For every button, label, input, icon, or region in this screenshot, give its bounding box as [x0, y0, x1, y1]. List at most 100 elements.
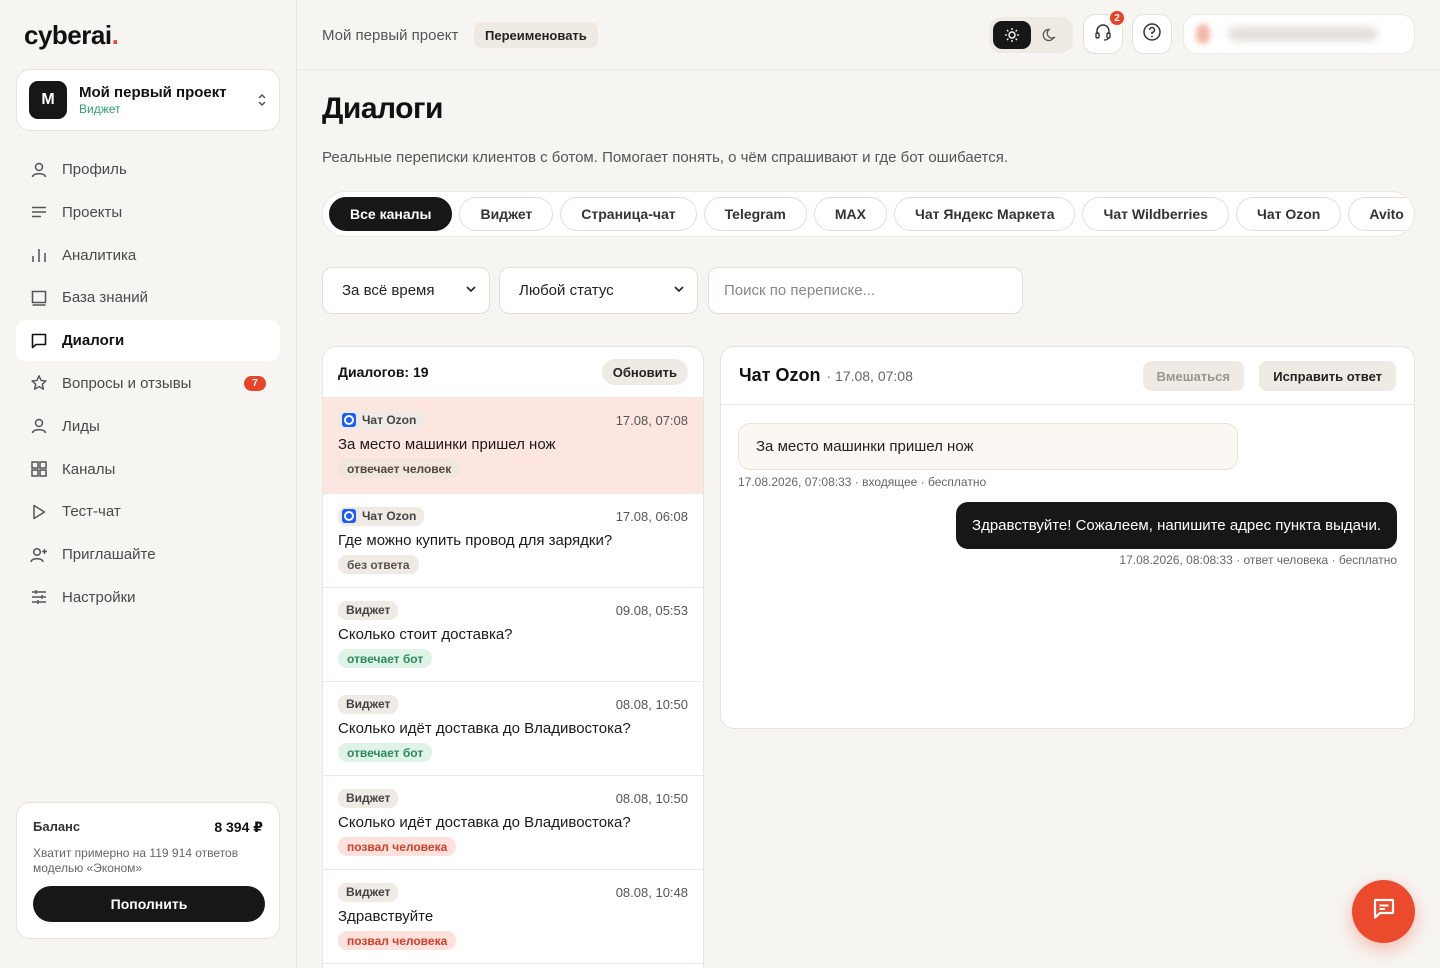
rename-button[interactable]: Переименовать	[474, 22, 598, 48]
project-switcher[interactable]: M Мой первый проект Виджет	[16, 69, 280, 131]
chat-widget-button[interactable]	[1352, 880, 1415, 943]
sidebar-item-projects[interactable]: Проекты	[16, 192, 280, 233]
status-badge: позвал человека	[338, 931, 457, 950]
source-badge: Виджет	[338, 694, 399, 714]
dialog-list-header: Диалогов: 19 Обновить	[323, 347, 703, 398]
play-icon	[30, 503, 48, 521]
fix-answer-button[interactable]: Исправить ответ	[1259, 361, 1396, 391]
sidebar-item-invite[interactable]: Приглашайте	[16, 534, 280, 575]
intervene-button[interactable]: Вмешаться	[1142, 361, 1244, 391]
dialog-time: 08.08, 10:50	[615, 790, 688, 806]
channel-chip-avito[interactable]: Avito	[1348, 197, 1414, 231]
ozon-icon	[342, 413, 356, 427]
sidebar-item-label: Диалоги	[62, 332, 125, 350]
outgoing-message: Здравствуйте! Сожалеем, напишите адрес п…	[956, 502, 1397, 549]
dialog-search-input[interactable]	[708, 267, 1023, 314]
sidebar-item-label: Вопросы и отзывы	[62, 374, 192, 392]
project-type: Виджет	[79, 102, 121, 116]
sidebar-item-analytics[interactable]: Аналитика	[16, 235, 280, 276]
topup-button[interactable]: Пополнить	[33, 886, 265, 922]
theme-toggle[interactable]	[989, 17, 1073, 53]
channel-chip-widget[interactable]: Виджет	[459, 197, 554, 231]
user-plus-icon	[30, 546, 48, 564]
chat-header: Чат Ozon · 17.08, 07:08 Вмешаться Исправ…	[721, 347, 1414, 405]
channel-chip-page-chat[interactable]: Страница-чат	[560, 197, 697, 231]
balance-row: Баланс 8 394 ₽	[33, 819, 263, 836]
support-button[interactable]: 2	[1083, 9, 1126, 54]
sun-icon[interactable]	[993, 21, 1031, 49]
dialog-list-item[interactable]: Виджет 08.08, 10:50 Сколько идёт доставк…	[323, 682, 703, 776]
book-icon	[30, 289, 48, 307]
chat-title: Чат Ozon	[739, 365, 821, 385]
status-badge: без ответа	[338, 555, 419, 574]
status-select[interactable]: Любой статус	[499, 267, 698, 314]
source-badge: Виджет	[338, 788, 399, 808]
channel-chip-yandex-market[interactable]: Чат Яндекс Маркета	[894, 197, 1076, 231]
chat-icon	[30, 332, 48, 350]
headset-icon	[1093, 22, 1113, 47]
source-badge: Виджет	[338, 600, 399, 620]
support-badge: 2	[1108, 9, 1126, 27]
questions-count-badge: 7	[244, 375, 266, 391]
project-avatar: M	[29, 81, 67, 119]
channel-chip-ozon[interactable]: Чат Ozon	[1235, 197, 1342, 231]
incoming-message: За место машинки пришел нож	[738, 423, 1238, 470]
channel-chip-max[interactable]: MAX	[813, 197, 887, 231]
status-badge: отвечает бот	[338, 649, 433, 668]
dialog-list-item[interactable]: Чат Ozon 17.08, 07:08 За место машинки п…	[323, 398, 703, 494]
chevron-down-icon	[673, 282, 685, 299]
moon-icon[interactable]	[1031, 21, 1069, 49]
dialog-time: 09.08, 05:53	[615, 602, 688, 618]
channel-chip-telegram[interactable]: Telegram	[703, 197, 807, 231]
status-select-value: Любой статус	[519, 282, 614, 299]
sidebar-item-label: Каналы	[62, 460, 116, 478]
user-menu[interactable]	[1183, 14, 1415, 54]
status-badge: отвечает бот	[338, 743, 433, 762]
dialog-preview: За место машинки пришел нож	[338, 436, 556, 453]
project-info: Мой первый проект Виджет	[79, 84, 257, 116]
sidebar-item-profile[interactable]: Профиль	[16, 149, 280, 190]
chevron-down-icon	[465, 282, 477, 299]
status-badge: отвечает человек	[338, 459, 461, 478]
sidebar-item-label: Лиды	[62, 417, 100, 435]
sidebar-item-knowledge-base[interactable]: База знаний	[16, 277, 280, 318]
chat-meta: · 17.08, 07:08	[826, 367, 913, 384]
chevron-updown-icon	[257, 92, 267, 108]
project-name: Мой первый проект	[79, 84, 227, 101]
grid-icon	[30, 460, 48, 478]
sidebar-item-channels[interactable]: Каналы	[16, 449, 280, 490]
sidebar-item-dialogs[interactable]: Диалоги	[16, 320, 280, 362]
logo-dot: .	[111, 20, 119, 50]
dialog-preview: Сколько идёт доставка до Владивостока?	[338, 814, 631, 831]
dialog-time: 08.08, 10:50	[615, 696, 688, 712]
dialog-list-item[interactable]: Чат Ozon 17.08, 06:08 Где можно купить п…	[323, 494, 703, 588]
dialog-preview: Сколько идёт доставка до Владивостока?	[338, 720, 631, 737]
sidebar-item-leads[interactable]: Лиды	[16, 406, 280, 447]
channel-chip-all[interactable]: Все каналы	[329, 197, 453, 231]
sidebar-item-test-chat[interactable]: Тест-чат	[16, 491, 280, 532]
dialog-list-item[interactable]: Виджет 08.08, 10:50 Сколько идёт доставк…	[323, 776, 703, 870]
channel-chip-wildberries[interactable]: Чат Wildberries	[1082, 197, 1229, 231]
logo[interactable]: cyberai.	[24, 20, 119, 51]
sidebar-nav: Профиль Проекты Аналитика База знаний Ди…	[16, 149, 280, 620]
source-label: Чат Ozon	[362, 413, 417, 427]
period-select[interactable]: За всё время	[322, 267, 490, 314]
top-header: Мой первый проект Переименовать 2	[297, 0, 1440, 70]
refresh-button[interactable]: Обновить	[601, 359, 688, 385]
source-badge: Чат Ozon	[338, 410, 425, 430]
sidebar-item-label: Профиль	[62, 161, 127, 178]
dialog-time: 17.08, 06:08	[615, 508, 688, 524]
dialog-list-item[interactable]: Виджет 09.08, 05:53 Сколько стоит достав…	[323, 588, 703, 682]
bar-chart-icon	[30, 246, 48, 264]
dialog-list-item[interactable]: Виджет 08.08, 10:48 Здравствуйте позвал …	[323, 870, 703, 964]
balance-card: Баланс 8 394 ₽ Хватит примерно на 119 91…	[16, 802, 280, 939]
sidebar-item-settings[interactable]: Настройки	[16, 577, 280, 618]
help-button[interactable]	[1132, 14, 1172, 54]
sidebar-item-questions[interactable]: Вопросы и отзывы 7	[16, 363, 280, 404]
logo-text: cyberai	[24, 20, 112, 50]
status-badge: позвал человека	[338, 837, 457, 856]
dialog-preview: Сколько стоит доставка?	[338, 626, 513, 643]
dialog-preview: Здравствуйте	[338, 908, 434, 925]
source-badge: Чат Ozon	[338, 506, 425, 526]
sliders-icon	[30, 588, 48, 606]
